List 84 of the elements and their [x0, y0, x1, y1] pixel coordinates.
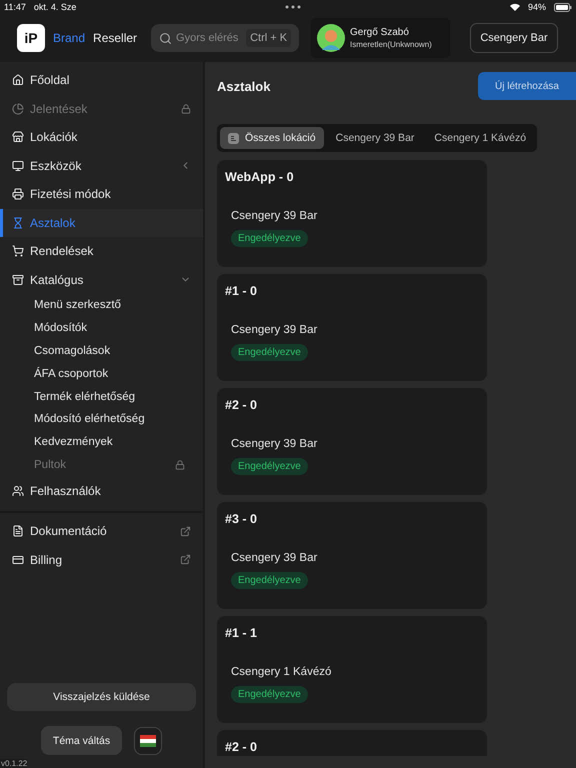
pie-chart-icon — [12, 102, 24, 115]
search-icon — [159, 32, 172, 44]
location-tab[interactable]: Összes lokáció — [220, 127, 324, 149]
card-icon — [12, 554, 24, 566]
sidebar-link[interactable]: Billing — [0, 545, 203, 574]
sidebar-subitem[interactable]: Menü szerkesztő — [0, 294, 203, 317]
sidebar-item[interactable]: Jelentések — [0, 94, 203, 123]
sidebar-subitem[interactable]: Pultok — [0, 454, 203, 476]
card-location: Csengery 39 Bar — [231, 324, 318, 336]
feedback-button[interactable]: Visszajelzés küldése — [7, 683, 196, 711]
sidebar-link[interactable]: Dokumentáció — [0, 516, 203, 546]
table-card[interactable]: #2 - 0 — [217, 730, 487, 756]
status-badge: Engedélyezve — [231, 686, 308, 703]
location-tab[interactable]: Csengery 39 Bar — [328, 127, 422, 149]
card-location: Csengery 1 Kávézó — [231, 666, 332, 678]
theme-button[interactable]: Téma váltás — [40, 726, 122, 755]
list-icon — [228, 132, 239, 144]
card-title: #2 - 0 — [225, 740, 258, 754]
card-location: Csengery 39 Bar — [231, 438, 318, 450]
house-icon — [12, 74, 24, 86]
monitor-icon — [12, 160, 24, 172]
page-title: Asztalok — [217, 78, 270, 94]
user-name: Gergő Szabó — [350, 27, 410, 38]
sidebar-item[interactable]: Rendelések — [0, 237, 203, 266]
version-label: v0.1.22 — [0, 759, 28, 768]
nav-link[interactable]: Brand — [53, 31, 86, 45]
card-location: Csengery 39 Bar — [231, 210, 318, 222]
sidebar-item[interactable]: Fizetési módok — [0, 180, 203, 208]
location-tab[interactable]: Csengery 1 Kávézó — [426, 127, 534, 149]
sidebar-subitem[interactable]: Kedvezmények — [0, 430, 203, 454]
user-role: Ismeretlen(Unkwnown) — [350, 40, 432, 49]
status-time: 11:47 — [4, 2, 26, 12]
printer-icon — [12, 188, 24, 200]
app-logo[interactable]: iP — [17, 24, 45, 52]
battery-percent: 94% — [528, 2, 546, 12]
sidebar-item[interactable]: Főoldal — [0, 66, 203, 94]
sidebar-item[interactable]: Lokációk — [0, 123, 203, 152]
archive-icon — [12, 274, 24, 286]
store-icon — [12, 131, 24, 144]
external-link-icon — [180, 526, 191, 537]
wifi-icon — [510, 3, 520, 11]
table-card[interactable]: #1 - 1 Csengery 1 Kávézó Engedélyezve — [217, 616, 487, 723]
hourglass-icon — [12, 216, 24, 229]
sidebar-subitem[interactable]: ÁFA csoportok — [0, 362, 203, 386]
sidebar-subitem[interactable]: Módosítók — [0, 316, 203, 340]
flag-icon — [140, 734, 156, 746]
status-badge: Engedélyezve — [231, 230, 308, 247]
user-card[interactable]: Gergő Szabó Ismeretlen(Unkwnown) — [311, 18, 450, 58]
document-icon — [12, 525, 24, 538]
table-card[interactable]: #2 - 0 Csengery 39 Bar Engedélyezve — [217, 388, 487, 495]
sidebar-item[interactable]: Eszközök — [0, 152, 203, 180]
battery-icon — [554, 2, 572, 12]
table-card[interactable]: #1 - 0 Csengery 39 Bar Engedélyezve — [217, 274, 487, 381]
create-button[interactable]: Új létrehozása — [478, 72, 576, 100]
table-card[interactable]: #3 - 0 Csengery 39 Bar Engedélyezve — [217, 502, 487, 609]
status-date: okt. 4. Sze — [34, 2, 76, 12]
lock-icon — [181, 104, 191, 114]
sidebar-item[interactable]: Katalógus — [0, 266, 203, 294]
card-title: #1 - 0 — [225, 284, 258, 298]
location-button[interactable]: Csengery Bar — [470, 23, 558, 53]
sidebar-subitem[interactable]: Csomagolások — [0, 340, 203, 362]
lock-icon — [175, 460, 185, 470]
sidebar-item[interactable]: Felhasználók — [0, 476, 203, 505]
card-title: #3 - 0 — [225, 512, 258, 526]
users-icon — [12, 484, 24, 497]
status-badge: Engedélyezve — [231, 458, 308, 475]
sidebar-item[interactable]: Asztalok — [0, 208, 203, 237]
status-badge: Engedélyezve — [231, 572, 308, 589]
table-card[interactable]: WebApp - 0 Csengery 39 Bar Engedélyezve — [217, 160, 487, 267]
cart-icon — [12, 245, 24, 258]
nav-link[interactable]: Reseller — [93, 31, 138, 45]
sidebar-subitem[interactable]: Termék elérhetőség — [0, 385, 203, 408]
card-location: Csengery 39 Bar — [231, 552, 318, 564]
status-badge: Engedélyezve — [231, 344, 308, 361]
language-button[interactable] — [134, 726, 162, 754]
shortcut-key: Ctrl + K — [246, 29, 292, 47]
card-title: #1 - 1 — [225, 626, 258, 640]
search-field[interactable]: Gyors elérés Ctrl + K — [151, 24, 300, 52]
sidebar-subitem[interactable]: Módosító elérhetőség — [0, 408, 203, 431]
avatar-icon — [317, 24, 345, 52]
card-title: WebApp - 0 — [225, 170, 295, 184]
more-icon — [285, 5, 302, 9]
card-title: #2 - 0 — [225, 398, 258, 412]
external-link-icon — [180, 554, 191, 566]
